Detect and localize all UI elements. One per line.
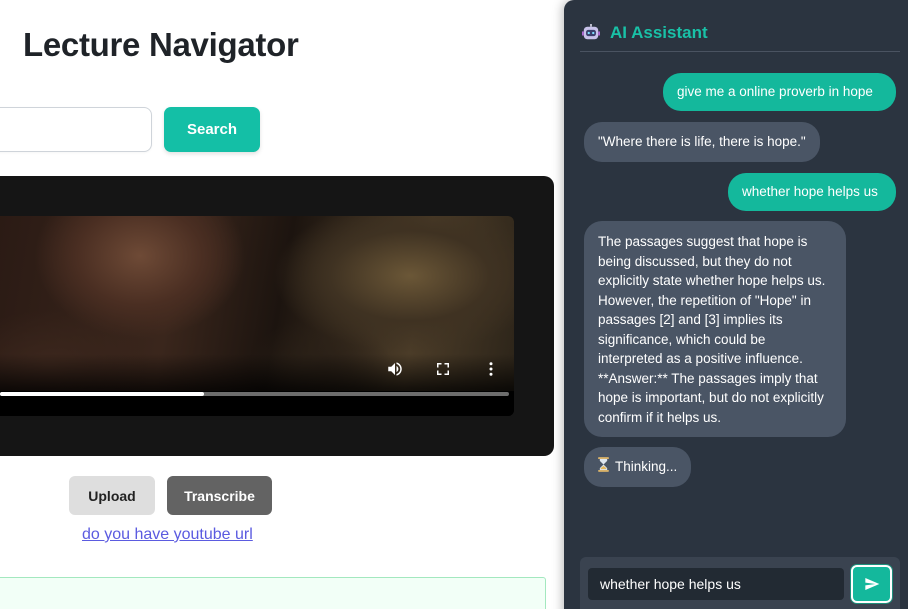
thinking-text: Thinking... <box>615 459 678 475</box>
robot-icon <box>582 23 600 42</box>
chat-message-user: whether hope helps us <box>728 173 896 211</box>
video-progress-fill <box>0 392 204 396</box>
chat-message-user: give me a online proverb in hope <box>663 73 896 111</box>
hourglass-icon <box>598 456 609 478</box>
search-button[interactable]: Search <box>164 107 260 152</box>
volume-icon[interactable] <box>385 359 405 379</box>
page: Lecture Navigator Search Upload Transcri… <box>0 0 908 609</box>
transcript-result-box <box>0 577 546 609</box>
chat-message-bot: "Where there is life, there is hope." <box>584 122 820 162</box>
video-player[interactable] <box>0 216 514 416</box>
search-input[interactable] <box>0 107 152 152</box>
more-options-icon[interactable] <box>481 359 501 379</box>
chat-message-thinking: Thinking... <box>584 447 692 487</box>
page-title: Lecture Navigator <box>23 26 299 63</box>
assistant-title: AI Assistant <box>610 22 708 42</box>
fullscreen-icon[interactable] <box>433 359 453 379</box>
upload-button[interactable]: Upload <box>69 476 155 515</box>
youtube-url-link[interactable]: do you have youtube url <box>82 526 253 544</box>
send-button[interactable] <box>851 565 892 603</box>
transcribe-button[interactable]: Transcribe <box>167 476 272 515</box>
chat-message-bot: The passages suggest that hope is being … <box>584 221 846 437</box>
assistant-header: AI Assistant <box>580 14 900 52</box>
chat-input[interactable] <box>588 568 844 600</box>
video-progress-bar[interactable] <box>0 392 509 396</box>
send-icon <box>864 578 879 590</box>
